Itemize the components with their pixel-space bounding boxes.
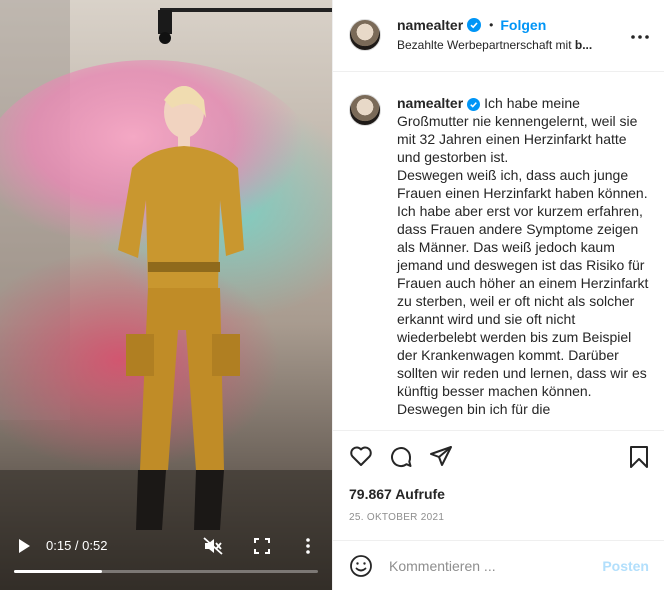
video-time: 0:15 / 0:52 (46, 538, 107, 553)
view-count[interactable]: 79.867 Aufrufe (349, 486, 445, 502)
fullscreen-icon (254, 538, 270, 554)
emoji-icon (350, 555, 372, 577)
caption-paragraph: Deswegen weiß ich, dass auch junge Fraue… (397, 167, 649, 399)
progress-fill (14, 570, 103, 573)
avatar[interactable] (349, 19, 381, 51)
bookmark-icon (630, 446, 648, 468)
progress-bar[interactable] (14, 570, 318, 573)
caption-area[interactable]: namealter Ich habe meine Großmutter nie … (333, 72, 664, 428)
caption: namealter Ich habe meine Großmutter nie … (397, 94, 651, 418)
follow-button[interactable]: Folgen (500, 17, 546, 33)
comment-button[interactable] (389, 445, 413, 474)
current-time: 0:15 (46, 538, 72, 553)
comment-bar: Posten (333, 540, 664, 590)
caption-avatar[interactable] (349, 94, 381, 126)
post-header: namealter • Folgen Bezahlte Werbepartner… (333, 0, 664, 72)
video-frame (0, 0, 332, 590)
caption-username[interactable]: namealter (397, 95, 463, 111)
play-icon (19, 539, 30, 553)
mute-icon (203, 537, 223, 555)
heart-icon (350, 446, 372, 466)
verified-icon (467, 18, 482, 32)
mute-button[interactable] (200, 532, 226, 560)
share-button[interactable] (429, 445, 453, 472)
header-username[interactable]: namealter (397, 17, 463, 33)
emoji-button[interactable] (349, 554, 373, 583)
more-vertical-icon (306, 538, 310, 554)
verified-icon (467, 97, 481, 111)
post-options-button[interactable] (631, 26, 649, 44)
more-horizontal-icon (631, 35, 649, 39)
sponsor-prefix: Bezahlte Werbepartnerschaft mit (397, 38, 575, 52)
header-user-row: namealter • Folgen (397, 17, 546, 33)
post-panel: namealter • Folgen Bezahlte Werbepartner… (332, 0, 664, 590)
like-button[interactable] (349, 445, 373, 472)
share-icon (430, 446, 452, 466)
action-bar (333, 430, 664, 482)
video-controls: 0:15 / 0:52 (0, 526, 332, 590)
sponsor-partner: b... (574, 38, 593, 52)
duration: 0:52 (82, 538, 108, 553)
post-comment-button[interactable]: Posten (602, 558, 649, 574)
time-separator: / (71, 538, 83, 553)
caption-paragraph: namealter Ich habe meine Großmutter nie … (397, 94, 651, 166)
caption-paragraph: Deswegen bin ich für die (397, 401, 551, 417)
separator-dot: • (489, 18, 494, 32)
post-date[interactable]: 25. OKTOBER 2021 (349, 512, 444, 523)
comment-icon (391, 447, 412, 468)
sponsor-label[interactable]: Bezahlte Werbepartnerschaft mit b... (397, 38, 592, 52)
fullscreen-button[interactable] (250, 532, 274, 560)
video-player[interactable]: 0:15 / 0:52 (0, 0, 332, 590)
save-button[interactable] (629, 445, 649, 474)
comment-input[interactable] (389, 553, 589, 579)
play-button[interactable] (12, 532, 36, 560)
video-more-button[interactable] (298, 532, 318, 560)
